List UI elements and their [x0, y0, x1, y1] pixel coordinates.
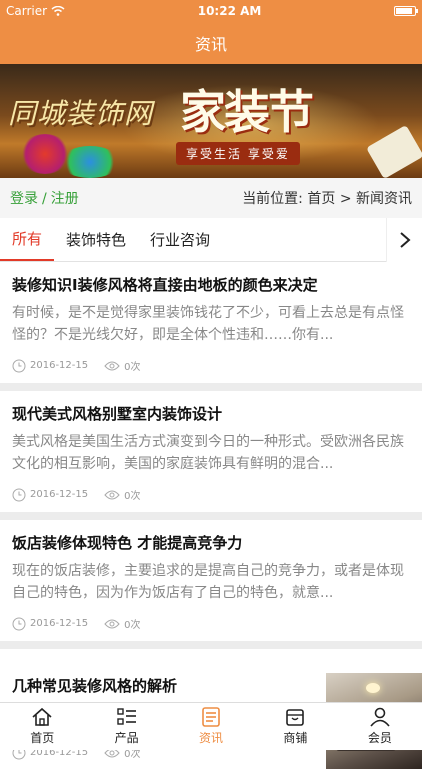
tab-industry-consulting[interactable]: 行业咨询 — [138, 218, 222, 261]
bottom-tab-bar: 首页 产品 资讯 商铺 会员 — [0, 702, 422, 750]
page-title: 资讯 — [194, 35, 227, 54]
clock-icon — [12, 488, 26, 501]
breadcrumb-home[interactable]: 首页 — [307, 191, 335, 207]
tabbar-products[interactable]: 产品 — [84, 703, 168, 750]
tab-decoration-features[interactable]: 装饰特色 — [54, 218, 138, 261]
news-icon — [202, 707, 220, 727]
tabbar-label: 首页 — [30, 731, 55, 745]
eye-icon — [104, 490, 120, 499]
home-icon — [32, 707, 52, 726]
article-summary: 有时候，是不是觉得家里装饰钱花了不少，可看上去总是有点怪怪的？不是光线欠好，即是… — [12, 305, 404, 343]
date-group: 2016-12-15 — [12, 359, 88, 373]
tab-label: 行业咨询 — [150, 231, 211, 249]
wifi-icon — [51, 6, 65, 16]
breadcrumb: 当前位置: 首页 > 新闻资讯 — [242, 188, 412, 208]
article-summary: 美式风格是美国生活方式演变到今日的一种形式。受欧洲各民族文化的相互影响，美国的家… — [12, 434, 404, 472]
breadcrumb-arrow: > — [339, 191, 352, 207]
carrier-label: Carrier — [6, 4, 48, 18]
article-meta: 2016-12-15 0次 — [12, 616, 410, 631]
article-list: 装修知识I装修风格将直接由地板的颜色来决定 有时候，是不是觉得家里装饰钱花了不少… — [0, 262, 422, 769]
date-group: 2016-12-15 — [12, 488, 88, 502]
article-card[interactable]: 饭店装修体现特色 才能提高竞争力 现在的饭店装修，主要追求的是提高自己的竞争力，… — [0, 520, 422, 641]
login-link[interactable]: 登录 — [10, 191, 38, 207]
paint-splash-blue — [60, 146, 120, 178]
nav-bar: 资讯 — [0, 22, 422, 64]
tab-label: 所有 — [12, 230, 43, 248]
register-link[interactable]: 注册 — [51, 191, 79, 207]
banner-tagline: 享受生活 享受爱 — [176, 142, 300, 165]
views-group: 0次 — [104, 487, 141, 502]
article-views: 0次 — [124, 620, 141, 631]
location-bar: 登录 / 注册 当前位置: 首页 > 新闻资讯 — [0, 178, 422, 218]
tabbar-label: 资讯 — [199, 731, 224, 745]
status-time: 10:22 AM — [197, 4, 262, 18]
breadcrumb-prefix: 当前位置: — [242, 191, 303, 207]
article-title: 现代美式风格别墅室内装饰设计 — [12, 405, 223, 423]
article-views: 0次 — [124, 362, 141, 373]
tabs-more-button[interactable] — [386, 218, 422, 262]
tabbar-store[interactable]: 商铺 — [253, 703, 337, 750]
breadcrumb-current: 新闻资讯 — [356, 191, 412, 207]
tabbar-label: 产品 — [114, 731, 139, 745]
tabbar-news[interactable]: 资讯 — [169, 703, 253, 750]
article-title: 几种常见装修风格的解析 — [12, 677, 178, 695]
category-tabs: 所有 装饰特色 行业咨询 — [0, 218, 422, 262]
article-date: 2016-12-15 — [30, 360, 89, 371]
article-card[interactable]: 现代美式风格别墅室内装饰设计 美式风格是美国生活方式演变到今日的一种形式。受欧洲… — [0, 391, 422, 512]
article-date: 2016-12-15 — [30, 489, 89, 500]
banner-logo-text: 同城装饰网 — [8, 97, 154, 130]
thumbnail-ceiling-light — [366, 683, 380, 693]
auth-links: 登录 / 注册 — [10, 188, 79, 208]
tabbar-member[interactable]: 会员 — [338, 703, 422, 750]
views-group: 0次 — [104, 616, 141, 631]
views-group: 0次 — [104, 358, 141, 373]
promo-banner[interactable]: 同城装饰网 家装节 享受生活 享受爱 — [0, 64, 422, 178]
date-group: 2016-12-15 — [12, 617, 88, 631]
status-bar: Carrier 10:22 AM — [0, 0, 422, 22]
article-title: 饭店装修体现特色 才能提高竞争力 — [12, 534, 243, 552]
clock-icon — [12, 617, 26, 630]
auth-separator: / — [42, 191, 47, 207]
article-date: 2016-12-15 — [30, 618, 89, 629]
eye-icon — [104, 619, 120, 628]
store-icon — [286, 709, 305, 726]
tab-label: 装饰特色 — [66, 231, 127, 249]
eye-icon — [104, 361, 120, 370]
status-left: Carrier — [6, 4, 65, 18]
clock-icon — [12, 359, 26, 372]
tabbar-label: 会员 — [367, 731, 392, 745]
battery-icon — [394, 6, 418, 16]
tabbar-label: 商铺 — [283, 731, 308, 745]
banner-headline: 家装节 — [180, 85, 314, 139]
article-card[interactable]: 装修知识I装修风格将直接由地板的颜色来决定 有时候，是不是觉得家里装饰钱花了不少… — [0, 262, 422, 383]
article-title: 装修知识I装修风格将直接由地板的颜色来决定 — [12, 276, 318, 294]
battery-level — [396, 8, 412, 14]
tab-all[interactable]: 所有 — [0, 218, 55, 261]
list-icon — [116, 708, 136, 725]
chevron-right-icon — [399, 232, 411, 248]
user-icon — [370, 707, 390, 727]
article-meta: 2016-12-15 0次 — [12, 358, 410, 373]
article-meta: 2016-12-15 0次 — [12, 487, 410, 502]
article-summary: 现在的饭店装修，主要追求的是提高自己的竞争力，或者是体现自己的特色，因为作为饭店… — [12, 563, 404, 601]
article-views: 0次 — [124, 491, 141, 502]
tabbar-home[interactable]: 首页 — [0, 703, 84, 750]
